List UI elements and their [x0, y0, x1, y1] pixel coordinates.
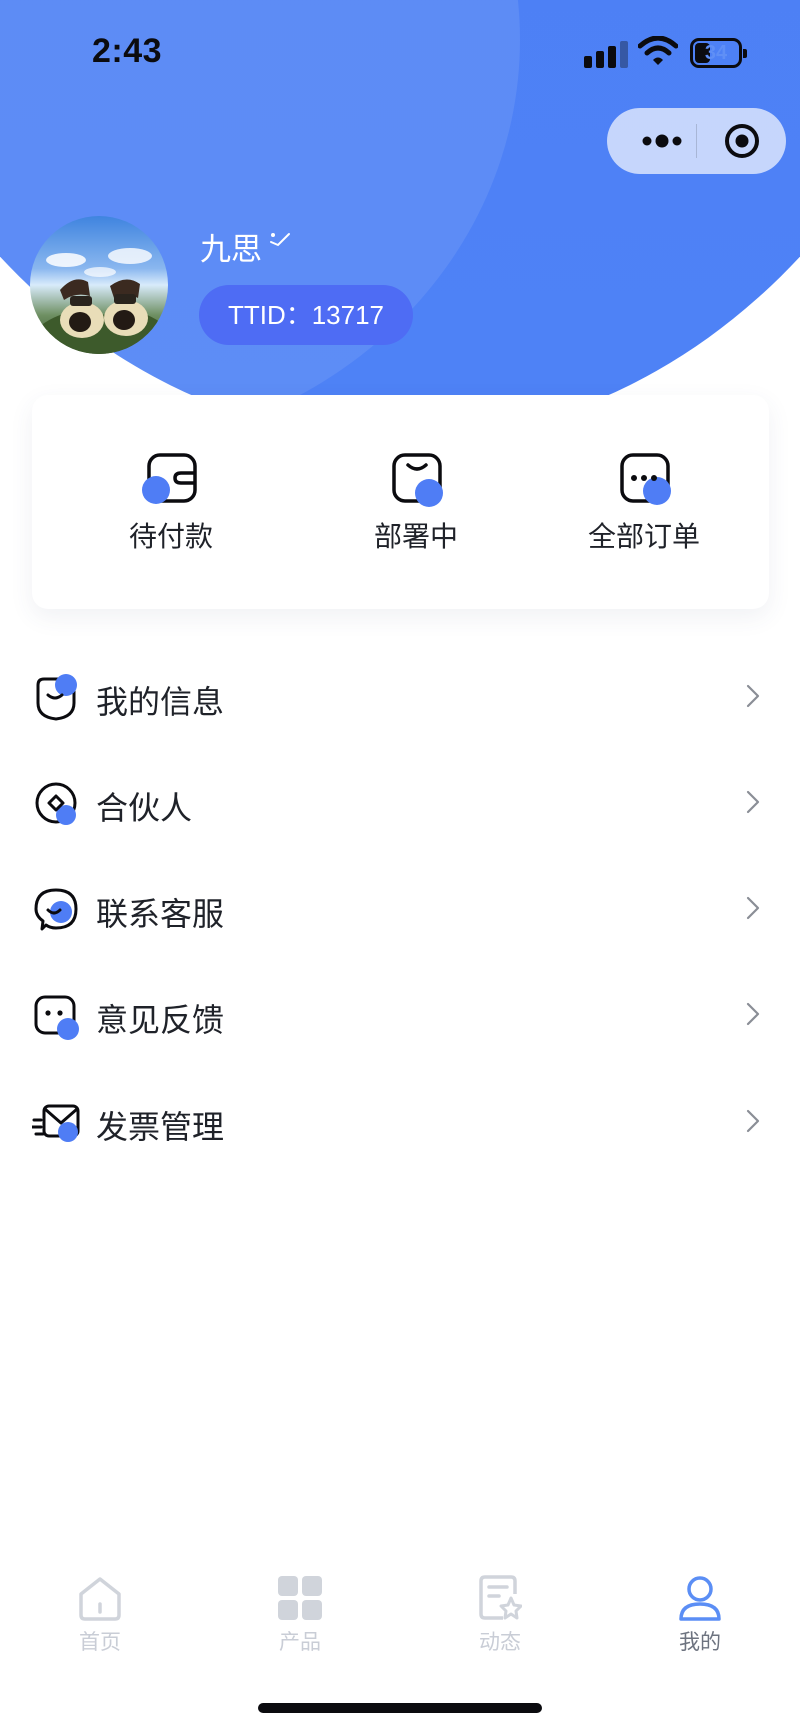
status-bar: 2:43 34 [0, 0, 800, 104]
feedback-face-icon [34, 995, 79, 1040]
chevron-right-icon [746, 790, 760, 814]
order-label: 待付款 [128, 520, 213, 553]
capsule-divider [696, 124, 697, 158]
mini-program-capsule[interactable] [607, 108, 786, 174]
order-all[interactable]: 全部订单 [564, 395, 724, 609]
menu-item-my-info[interactable]: 我的信息 [0, 647, 800, 747]
more-dots-icon[interactable] [633, 108, 695, 174]
chevron-right-icon [746, 1002, 760, 1026]
menu-label: 合伙人 [96, 789, 193, 827]
username: 九思 [200, 232, 262, 268]
order-card: 待付款 部署中 全部订单 [32, 395, 769, 609]
envelope-send-icon [32, 1104, 80, 1142]
order-label: 部署中 [373, 520, 458, 553]
tab-label: 动态 [479, 1630, 521, 1654]
tab-label: 我的 [679, 1630, 721, 1654]
home-indicator [258, 1703, 542, 1713]
menu-item-customer-service[interactable]: 联系客服 [0, 859, 800, 959]
tab-label: 首页 [79, 1630, 121, 1654]
cellular-signal-icon [584, 40, 628, 68]
tab-home[interactable]: 首页 [0, 1560, 200, 1670]
home-icon [79, 1577, 121, 1621]
menu-label: 联系客服 [96, 895, 225, 933]
person-icon [679, 1576, 721, 1621]
chat-bubble-icon [34, 888, 78, 931]
menu-item-partner[interactable]: 合伙人 [0, 753, 800, 853]
battery-icon: 34 [690, 38, 747, 68]
dots-box-icon [620, 453, 671, 505]
chevron-right-icon [746, 896, 760, 920]
diamond-circle-icon [35, 782, 77, 825]
order-pending-payment[interactable]: 待付款 [91, 395, 251, 609]
menu-label: 意见反馈 [96, 1001, 225, 1039]
menu-label: 发票管理 [96, 1108, 225, 1146]
battery-level: 34 [704, 42, 728, 64]
tab-updates[interactable]: 动态 [400, 1560, 600, 1670]
close-target-icon[interactable] [723, 122, 761, 160]
wallet-icon [142, 453, 197, 504]
wifi-icon [638, 36, 678, 65]
tab-products[interactable]: 产品 [200, 1560, 400, 1670]
chevron-right-icon [746, 1109, 760, 1133]
menu-item-feedback[interactable]: 意见反馈 [0, 965, 800, 1065]
shield-smile-icon [36, 674, 77, 721]
box-smile-icon [392, 453, 443, 507]
ttid-badge: TTID：13717 [199, 285, 413, 345]
tab-label: 产品 [279, 1630, 321, 1654]
tab-bar: 首页 产品 动态 我的 [0, 1560, 800, 1670]
order-deploying[interactable]: 部署中 [336, 395, 496, 609]
tab-mine[interactable]: 我的 [600, 1560, 800, 1670]
edit-mark-icon [270, 233, 290, 247]
menu-label: 我的信息 [96, 683, 225, 721]
status-time: 2:43 [92, 32, 163, 70]
doc-star-icon [479, 1575, 522, 1620]
chevron-right-icon [746, 684, 760, 708]
grid-icon [278, 1576, 322, 1620]
menu-item-invoice[interactable]: 发票管理 [0, 1072, 800, 1172]
avatar[interactable] [30, 216, 168, 354]
order-label: 全部订单 [587, 520, 700, 553]
